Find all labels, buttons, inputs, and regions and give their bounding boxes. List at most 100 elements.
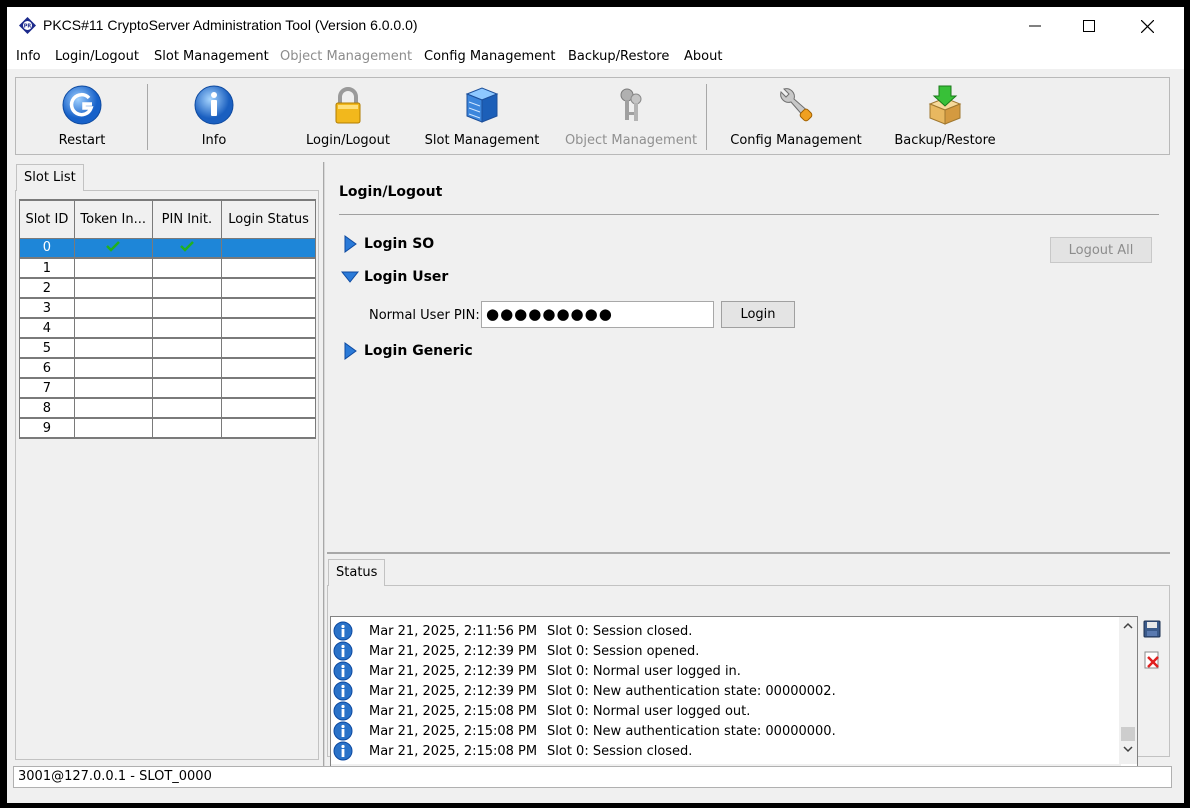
toolbar-slot-management-label: Slot Management — [424, 133, 540, 148]
slot-row[interactable]: 1 — [19, 257, 316, 279]
pin-init-cell — [151, 337, 223, 359]
token-init-cell — [73, 257, 153, 279]
pin-init-cell — [151, 417, 223, 439]
check-icon — [106, 240, 121, 252]
toolbar-restart-button[interactable]: Restart — [34, 78, 130, 154]
slot-row[interactable]: 0 — [19, 237, 316, 259]
log-time: Mar 21, 2025, 2:11:56 PM — [369, 623, 538, 639]
toolbar-info-button[interactable]: Info — [166, 78, 262, 154]
token-init-cell — [73, 317, 153, 339]
login-status-cell — [221, 357, 316, 379]
pin-init-cell — [151, 357, 223, 379]
column-token-init[interactable]: Token In... — [73, 199, 153, 239]
log-time: Mar 21, 2025, 2:12:39 PM — [369, 663, 538, 679]
log-entry: Mar 21, 2025, 2:12:39 PM Slot 0: Normal u… — [331, 661, 741, 681]
column-pin-init[interactable]: PIN Init. — [151, 199, 223, 239]
status-panel: Status Mar 21, 2025, 2:11:56 PM Slot 0: S… — [327, 557, 1170, 783]
toolbar-config-management-button[interactable]: Config Management — [722, 78, 870, 154]
pin-init-cell — [151, 297, 223, 319]
slot-cabinet-icon — [465, 87, 499, 123]
log-vertical-thumb[interactable] — [1121, 727, 1135, 741]
log-time: Mar 21, 2025, 2:12:39 PM — [369, 643, 538, 659]
title-divider — [339, 214, 1159, 215]
maximize-button[interactable] — [1060, 7, 1118, 45]
login-button[interactable]: Login — [721, 301, 795, 328]
tab-status[interactable]: Status — [328, 559, 386, 586]
info-icon — [333, 621, 353, 641]
slot-row[interactable]: 2 — [19, 277, 316, 299]
section-login-generic-label: Login Generic — [364, 343, 473, 359]
slot-row[interactable]: 8 — [19, 397, 316, 419]
login-status-cell — [221, 237, 316, 259]
backup-box-icon — [928, 85, 962, 125]
slot-id-cell: 4 — [19, 317, 75, 339]
section-login-user-label: Login User — [364, 269, 449, 285]
token-init-cell — [73, 337, 153, 359]
toolbar-backup-restore-button[interactable]: Backup/Restore — [880, 78, 1010, 154]
toolbar-backup-restore-label: Backup/Restore — [894, 133, 996, 148]
section-login-user[interactable]: Login User — [341, 268, 448, 286]
menu-about[interactable]: About — [684, 49, 722, 64]
pin-init-cell — [151, 277, 223, 299]
log-time: Mar 21, 2025, 2:15:08 PM — [369, 743, 538, 759]
token-init-cell — [73, 297, 153, 319]
column-slot-id[interactable]: Slot ID — [19, 199, 75, 239]
toolbar-login-logout-button[interactable]: Login/Logout — [288, 78, 408, 154]
log-entry: Mar 21, 2025, 2:15:08 PM Slot 0: New auth… — [331, 721, 836, 741]
slot-row[interactable]: 4 — [19, 317, 316, 339]
login-status-cell — [221, 317, 316, 339]
menu-config-management[interactable]: Config Management — [424, 49, 555, 64]
slot-row[interactable]: 6 — [19, 357, 316, 379]
toolbar-slot-management-button[interactable]: Slot Management — [416, 78, 548, 154]
save-log-icon[interactable] — [1143, 620, 1161, 638]
panel-title: Login/Logout — [339, 184, 443, 200]
slot-row[interactable]: 7 — [19, 377, 316, 399]
toolbar-config-management-label: Config Management — [730, 133, 862, 148]
info-icon — [333, 681, 353, 701]
menu-info[interactable]: Info — [16, 49, 41, 64]
token-init-cell — [73, 397, 153, 419]
menu-object-management[interactable]: Object Management — [280, 49, 412, 64]
status-log[interactable]: Mar 21, 2025, 2:11:56 PM Slot 0: Session … — [330, 616, 1138, 783]
log-vertical-scrollbar[interactable] — [1119, 617, 1137, 764]
log-time: Mar 21, 2025, 2:15:08 PM — [369, 723, 538, 739]
logout-all-button[interactable]: Logout All — [1050, 237, 1152, 263]
pin-input[interactable]: ●●●●●●●●● — [481, 301, 714, 328]
column-login-status[interactable]: Login Status — [221, 199, 316, 239]
menu-slot-management[interactable]: Slot Management — [154, 49, 269, 64]
pin-init-cell — [151, 257, 223, 279]
log-message: Slot 0: Normal user logged out. — [547, 703, 751, 719]
log-time: Mar 21, 2025, 2:12:39 PM — [369, 683, 538, 699]
collapsed-arrow-icon — [344, 342, 357, 360]
horizontal-splitter[interactable] — [327, 552, 1170, 554]
menu-login-logout[interactable]: Login/Logout — [55, 49, 139, 64]
section-login-so[interactable]: Login SO — [341, 235, 434, 253]
login-status-cell — [221, 397, 316, 419]
clear-log-icon[interactable] — [1143, 651, 1161, 669]
minimize-icon — [1029, 25, 1041, 27]
log-entry: Mar 21, 2025, 2:12:39 PM Slot 0: Session … — [331, 641, 699, 661]
tab-slot-list[interactable]: Slot List — [16, 164, 84, 191]
slot-row[interactable]: 5 — [19, 337, 316, 359]
scroll-down-icon — [1123, 746, 1133, 753]
menu-backup-restore[interactable]: Backup/Restore — [568, 49, 669, 64]
log-message: Slot 0: Normal user logged in. — [547, 663, 741, 679]
toolbar-object-management-button[interactable]: Object Management — [556, 78, 706, 154]
slot-row[interactable]: 3 — [19, 297, 316, 319]
close-button[interactable] — [1118, 7, 1176, 45]
collapsed-arrow-icon — [344, 235, 357, 253]
toolbar-restart-label: Restart — [58, 133, 106, 148]
vertical-splitter[interactable] — [323, 162, 325, 767]
log-message: Slot 0: New authentication state: 000000… — [547, 723, 836, 739]
section-login-generic[interactable]: Login Generic — [341, 342, 473, 360]
pin-label: Normal User PIN: — [369, 308, 480, 323]
check-icon — [180, 240, 194, 252]
menu-bar: Info Login/Logout Slot Management Object… — [7, 45, 1184, 69]
slot-row[interactable]: 9 — [19, 417, 316, 439]
token-init-cell — [73, 277, 153, 299]
minimize-button[interactable] — [1006, 7, 1064, 45]
toolbar: Restart Info Login/Logout Slot Managemen… — [15, 77, 1170, 155]
toolbar-info-label: Info — [201, 133, 227, 148]
log-message: Slot 0: Session closed. — [547, 743, 693, 759]
padlock-icon — [335, 87, 361, 124]
